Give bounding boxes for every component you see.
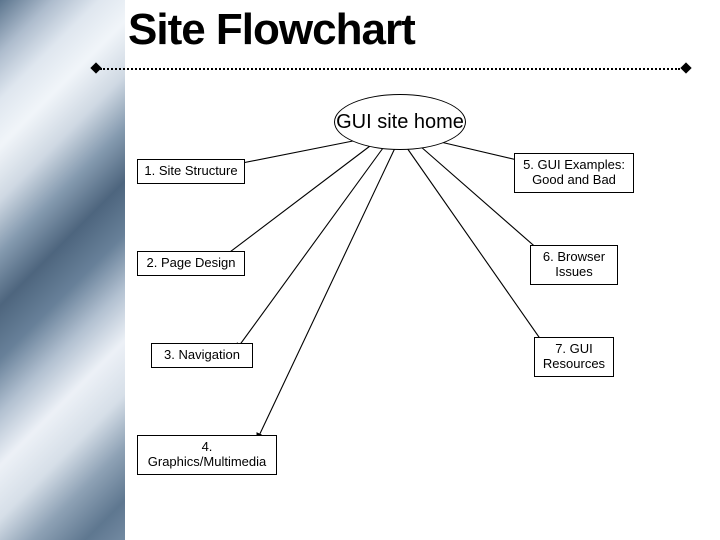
node-gui-examples: 5. GUI Examples: Good and Bad [514,153,634,193]
node-gui-resources: 7. GUI Resources [534,337,614,377]
flowchart-canvas: GUI site home 1. Site Structure 2. Page … [0,0,720,540]
node-site-structure: 1. Site Structure [137,159,245,184]
node-navigation: 3. Navigation [151,343,253,368]
hub-node: GUI site home [334,94,466,150]
hub-label: GUI site home [336,111,464,133]
node-browser-issues: 6. Browser Issues [530,245,618,285]
node-page-design: 2. Page Design [137,251,245,276]
node-graphics-multimedia: 4. Graphics/Multimedia [137,435,277,475]
